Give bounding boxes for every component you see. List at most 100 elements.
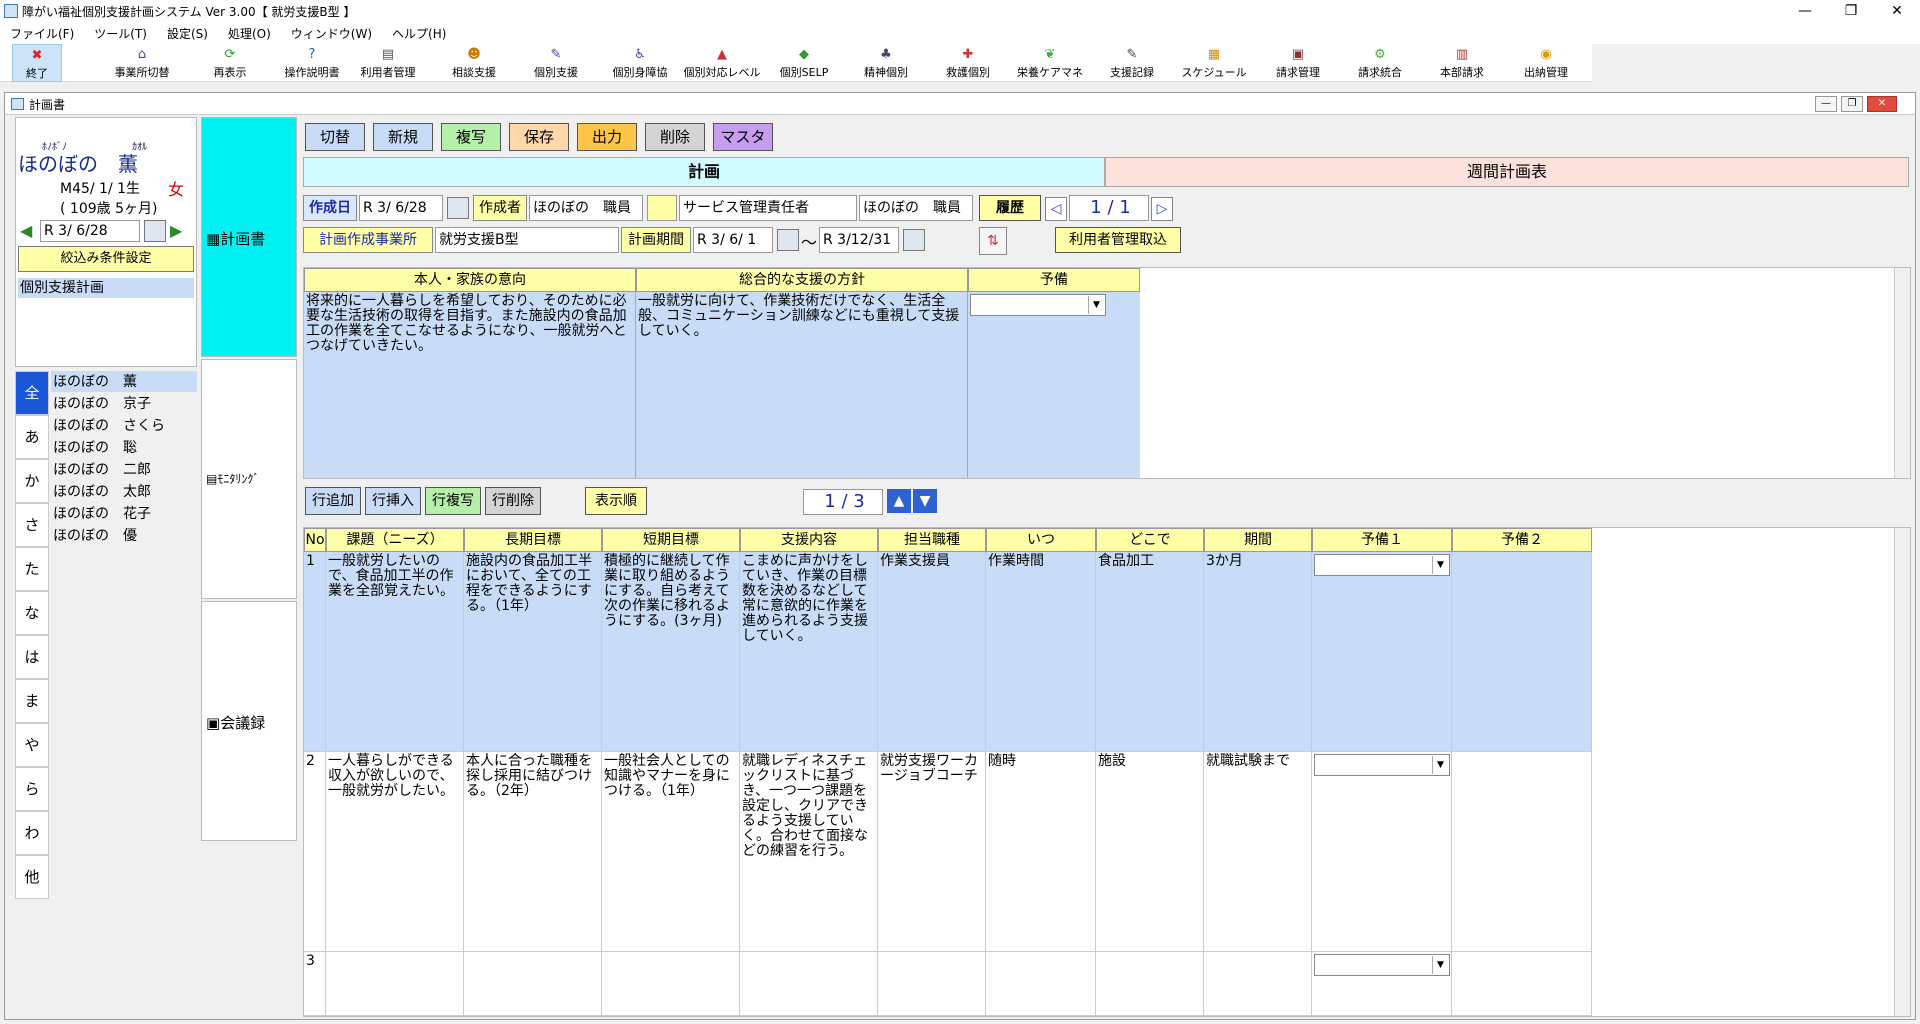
kana-tab-8[interactable]: や xyxy=(15,723,49,767)
doc-list-item[interactable]: 個別支援計画 xyxy=(18,278,194,298)
mdi-close-icon[interactable]: ✕ xyxy=(1867,96,1897,112)
nav-meeting[interactable]: ▣会議録 xyxy=(201,601,297,841)
reserve1-dropdown[interactable]: ▼ xyxy=(1314,554,1450,576)
toolbar-button-10[interactable]: ♣ 精神個別 xyxy=(844,44,928,82)
menu-file[interactable]: ファイル(F) xyxy=(0,24,84,44)
client-list-item[interactable]: ほのぼの 二郎 xyxy=(51,459,197,481)
delete-button[interactable]: 削除 xyxy=(645,123,705,151)
kana-tab-9[interactable]: ら xyxy=(15,767,49,811)
menu-settings[interactable]: 設定(S) xyxy=(157,24,218,44)
kana-tab-3[interactable]: さ xyxy=(15,503,49,547)
role-select[interactable] xyxy=(647,195,677,221)
grid-cell[interactable] xyxy=(1204,952,1312,1016)
grid-cell[interactable]: 随時 xyxy=(986,752,1096,952)
copy-button[interactable]: 複写 xyxy=(441,123,501,151)
menu-help[interactable]: ヘルプ(H) xyxy=(382,24,456,44)
grid-cell[interactable]: 就職レディネスチェックリストに基づき、一つ一つ課題を設定し、クリアできるよう支援… xyxy=(740,752,878,952)
grid-cell[interactable] xyxy=(326,952,464,1016)
tab-plan[interactable]: 計画 xyxy=(303,157,1105,187)
toolbar-button-17[interactable]: ▥ 本部請求 xyxy=(1420,44,1504,82)
toolbar-button-13[interactable]: ✎ 支援記録 xyxy=(1090,44,1174,82)
grid-cell[interactable]: 施設 xyxy=(1096,752,1204,952)
history-button[interactable]: 履歴 xyxy=(979,195,1041,221)
grid-cell[interactable] xyxy=(602,952,740,1016)
page-prev-icon[interactable]: ◁ xyxy=(1045,197,1067,221)
reserve-dropdown[interactable]: ▼ xyxy=(970,294,1106,316)
page-up-icon[interactable]: ▲ xyxy=(887,489,911,513)
filter-conditions-button[interactable]: 絞込み条件設定 xyxy=(18,246,194,272)
grid-cell[interactable]: 作業支援員 xyxy=(878,552,986,752)
tab-weekly-plan[interactable]: 週間計画表 xyxy=(1105,157,1909,187)
grid-cell[interactable]: こまめに声かけをしていき、作業の目標数を決めるなどして常に意欲的に作業を進められ… xyxy=(740,552,878,752)
period-to-calendar-icon[interactable] xyxy=(903,229,925,251)
toolbar-button-12[interactable]: ❦ 栄養ケアマネ xyxy=(1008,44,1092,82)
client-date-field[interactable]: R 3/ 6/28 xyxy=(40,220,140,242)
grid-cell[interactable]: 一般就労したいので、食品加工半の作業を全部覚えたい。 xyxy=(326,552,464,752)
toolbar-button-15[interactable]: ▣ 請求管理 xyxy=(1256,44,1340,82)
toolbar-button-3[interactable]: ? 操作説明書 xyxy=(270,44,354,82)
grid-cell[interactable] xyxy=(740,952,878,1016)
summary-scrollbar[interactable] xyxy=(1894,268,1910,478)
intention-text[interactable]: 将来的に一人暮らしを希望しており、そのために必要な生活技術の取得を目指す。また施… xyxy=(304,292,636,478)
toolbar-button-18[interactable]: ◉ 出納管理 xyxy=(1504,44,1588,82)
client-list-item[interactable]: ほのぼの 薫 xyxy=(51,371,197,393)
period-to-field[interactable]: R 3/12/31 xyxy=(819,227,899,253)
kana-tab-1[interactable]: あ xyxy=(15,415,49,459)
mdi-restore-icon[interactable]: ❐ xyxy=(1841,96,1863,112)
page-next-icon[interactable]: ▷ xyxy=(1151,197,1173,221)
menu-tools[interactable]: ツール(T) xyxy=(84,24,157,44)
client-list-item[interactable]: ほのぼの 太郎 xyxy=(51,481,197,503)
kana-tab-0[interactable]: 全 xyxy=(15,371,49,415)
switch-button[interactable]: 切替 xyxy=(305,123,365,151)
period-from-calendar-icon[interactable] xyxy=(777,229,799,251)
client-list-item[interactable]: ほのぼの さくら xyxy=(51,415,197,437)
kana-tab-11[interactable]: 他 xyxy=(15,855,49,899)
grid-cell[interactable]: 施設内の食品加工半において、全ての工程をできるようにする。（1年） xyxy=(464,552,602,752)
display-order-button[interactable]: 表示順 xyxy=(585,487,647,515)
new-button[interactable]: 新規 xyxy=(373,123,433,151)
policy-text[interactable]: 一般就労に向けて、作業技術だけでなく、生活全般、コミュニケーション訓練などにも重… xyxy=(636,292,968,478)
grid-cell[interactable]: 食品加工 xyxy=(1096,552,1204,752)
close-icon[interactable]: ✕ xyxy=(1874,0,1920,24)
created-date-field[interactable]: R 3/ 6/28 xyxy=(359,195,443,221)
grid-cell[interactable] xyxy=(878,952,986,1016)
calendar-icon[interactable] xyxy=(144,220,166,242)
manager-field[interactable]: ほのぼの 職員 xyxy=(859,195,973,221)
menu-process[interactable]: 処理(O) xyxy=(218,24,281,44)
minimize-icon[interactable]: — xyxy=(1782,0,1828,24)
client-list-item[interactable]: ほのぼの 京子 xyxy=(51,393,197,415)
toolbar-button-16[interactable]: ⚙ 請求統合 xyxy=(1338,44,1422,82)
period-from-field[interactable]: R 3/ 6/ 1 xyxy=(693,227,773,253)
kana-tab-6[interactable]: は xyxy=(15,635,49,679)
client-list-item[interactable]: ほのぼの 優 xyxy=(51,525,197,547)
toolbar-button-4[interactable]: ▤ 利用者管理 xyxy=(346,44,430,82)
grid-cell[interactable]: 就労支援ワーカージョブコーチ xyxy=(878,752,986,952)
maximize-icon[interactable]: ❐ xyxy=(1828,0,1874,24)
kana-tab-2[interactable]: か xyxy=(15,459,49,503)
next-date-arrow-icon[interactable]: ▶ xyxy=(170,222,188,240)
add-row-button[interactable]: 行追加 xyxy=(305,487,361,515)
sort-swap-icon[interactable]: ⇅ xyxy=(979,227,1007,255)
nav-plan[interactable]: ▦計画書 xyxy=(201,117,297,357)
grid-cell[interactable]: 就職試験まで xyxy=(1204,752,1312,952)
toolbar-button-7[interactable]: ♿ 個別身障協 xyxy=(598,44,682,82)
grid-cell[interactable]: 一人暮らしができる収入が欲しいので、一般就労がしたい。 xyxy=(326,752,464,952)
toolbar-button-8[interactable]: ▲ 個別対応レベル xyxy=(680,44,764,82)
grid-cell[interactable]: 積極的に継続して作業に取り組めるようにする。自ら考えて次の作業に移れるようにする… xyxy=(602,552,740,752)
copy-row-button[interactable]: 行複写 xyxy=(425,487,481,515)
grid-cell[interactable]: 作業時間 xyxy=(986,552,1096,752)
nav-monitoring[interactable]: ▤ﾓﾆﾀﾘﾝｸﾞ xyxy=(201,359,297,599)
save-button[interactable]: 保存 xyxy=(509,123,569,151)
insert-row-button[interactable]: 行挿入 xyxy=(365,487,421,515)
grid-cell[interactable]: 本人に合った職種を探し採用に結びつける。（2年） xyxy=(464,752,602,952)
toolbar-button-6[interactable]: ✎ 個別支援 xyxy=(514,44,598,82)
prev-date-arrow-icon[interactable]: ◀ xyxy=(20,222,38,240)
menu-window[interactable]: ウィンドウ(W) xyxy=(281,24,382,44)
kana-tab-5[interactable]: な xyxy=(15,591,49,635)
toolbar-button-11[interactable]: ✚ 救護個別 xyxy=(926,44,1010,82)
grid-cell[interactable] xyxy=(1096,952,1204,1016)
toolbar-button-14[interactable]: ▦ スケジュール xyxy=(1172,44,1256,82)
toolbar-button-5[interactable]: ☻ 相談支援 xyxy=(432,44,516,82)
grid-cell[interactable]: 一般社会人としての知識やマナーを身につける。（1年） xyxy=(602,752,740,952)
delete-row-button[interactable]: 行削除 xyxy=(485,487,541,515)
